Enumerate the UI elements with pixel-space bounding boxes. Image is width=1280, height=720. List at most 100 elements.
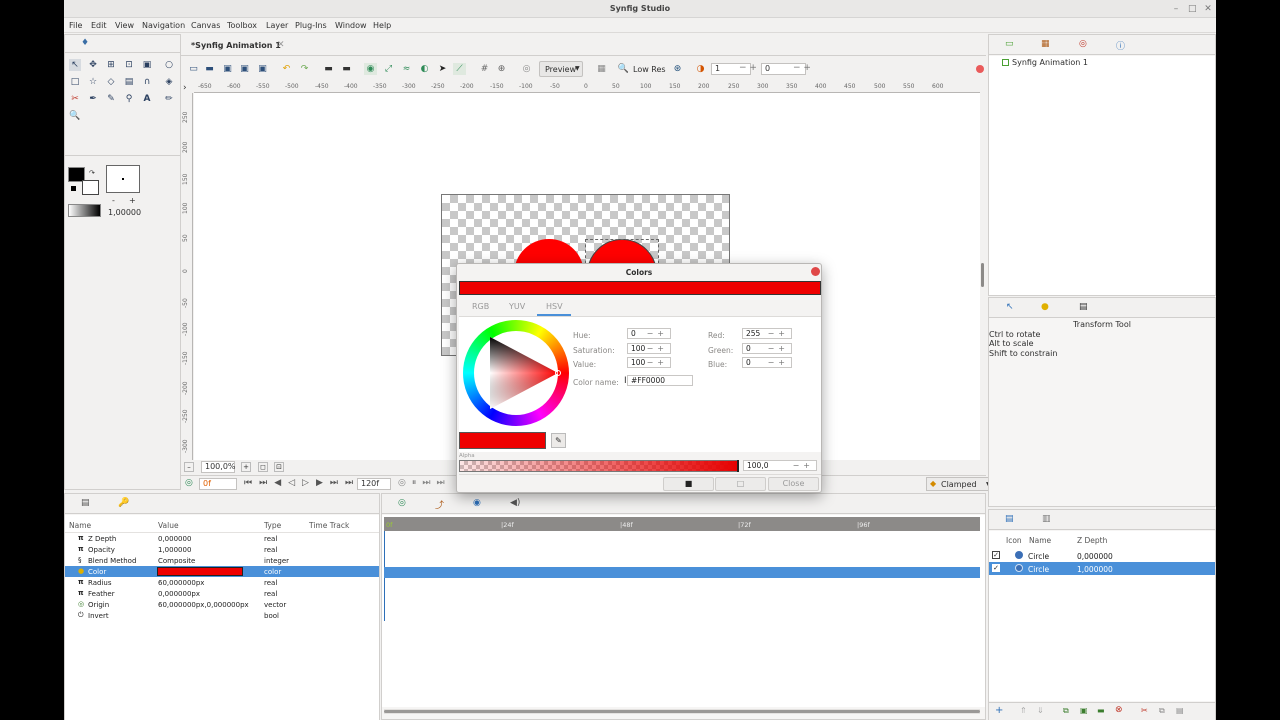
preview-dropdown[interactable]: Preview ▼ — [539, 61, 583, 77]
layer-name[interactable]: Circle — [1028, 565, 1049, 574]
hue-spin[interactable]: 0 −+ — [627, 328, 671, 339]
alpha-slider-handle[interactable] — [737, 460, 739, 472]
star-tool-icon[interactable]: ☆ — [87, 76, 99, 88]
menu-layer[interactable]: Layer — [266, 21, 288, 30]
timetrack-tab-icon[interactable]: ◎ — [398, 498, 406, 508]
red-stepper[interactable]: −+ — [768, 329, 789, 338]
preview-render-icon[interactable]: ▬ — [340, 63, 353, 75]
param-value[interactable]: Composite — [158, 557, 195, 565]
onion-toggle-icon[interactable]: ◎ — [520, 63, 533, 75]
timetrack-hscroll[interactable] — [384, 709, 980, 714]
alpha-stepper[interactable]: −+ — [793, 461, 814, 470]
time-ruler[interactable]: 0f |24f |48f |72f |96f — [384, 517, 980, 531]
layer-name[interactable]: Circle — [1028, 552, 1049, 561]
value-spin[interactable]: 100 −+ — [627, 357, 671, 368]
param-row-selected[interactable]: ● Color color — [65, 566, 379, 577]
green-stepper[interactable]: −+ — [768, 344, 789, 353]
add-layer-icon[interactable]: + — [995, 705, 1003, 716]
fill-color-swatch[interactable] — [82, 180, 99, 195]
alpha-slider[interactable] — [459, 460, 739, 472]
keyframes-tab-icon[interactable]: 🔑 — [118, 498, 129, 508]
param-row[interactable]: π Radius 60,000000px real — [65, 577, 379, 588]
save-icon[interactable]: ▣ — [221, 63, 234, 75]
param-value[interactable]: 0,000000px — [158, 590, 200, 598]
close-dialog-icon[interactable] — [811, 267, 820, 276]
zoom-field[interactable]: 100,0% — [201, 461, 236, 473]
tab-hsv[interactable]: HSV — [546, 302, 563, 311]
close-window-icon[interactable]: ✕ — [1204, 5, 1212, 14]
mirror-tool-icon[interactable]: ▣ — [141, 59, 153, 71]
width-handles-icon[interactable]: ➤ — [436, 63, 449, 75]
smooth-move-tool-icon[interactable]: ✥ — [87, 59, 99, 71]
param-row[interactable]: ⏻ Invert bool — [65, 610, 379, 621]
show-handles-icon[interactable]: ◉ — [364, 63, 377, 75]
scale-tool-icon[interactable]: ⊞ — [105, 59, 117, 71]
end-frame-field[interactable]: 120f — [357, 478, 391, 490]
onion-skin-icon[interactable]: ◑ — [694, 63, 707, 75]
saturation-stepper[interactable]: −+ — [647, 344, 668, 353]
quality-icon[interactable]: ⊛ — [671, 63, 684, 75]
layer-visible-checkbox[interactable]: ✓ — [992, 551, 1000, 559]
save-as-icon[interactable]: ▣ — [238, 63, 251, 75]
cut-layer-icon[interactable]: ✂ — [1141, 706, 1148, 715]
zoom-fit-icon[interactable]: ◻ — [258, 462, 268, 472]
menu-help[interactable]: Help — [373, 21, 391, 30]
angle-handles-icon[interactable]: ⟋ — [453, 63, 466, 75]
layer-visible-checkbox[interactable]: ✓ — [992, 564, 1000, 572]
render-stop-icon[interactable] — [976, 65, 984, 73]
rotate-tool-icon[interactable]: ⊡ — [123, 59, 135, 71]
circle-tool-icon[interactable]: ○ — [163, 59, 175, 71]
maximize-icon[interactable]: □ — [1188, 5, 1197, 14]
colors-dialog-titlebar[interactable]: Colors — [457, 264, 821, 280]
eyedropper-tool-icon[interactable]: ⚲ — [123, 93, 135, 105]
navigator-tab-icon[interactable]: ◎ — [1079, 39, 1087, 49]
duplicate-layer-icon[interactable]: ⧉ — [1063, 706, 1069, 716]
background-icon[interactable]: ▦ — [595, 63, 608, 75]
toggle-panel-icon[interactable]: › — [183, 83, 187, 93]
alpha-spin[interactable]: 100,0 −+ — [743, 460, 817, 471]
minimize-icon[interactable]: – — [1172, 5, 1180, 14]
saturation-value-triangle[interactable] — [463, 320, 569, 426]
onion-past-stepper[interactable]: − + — [739, 63, 757, 73]
gradient-tool-icon[interactable]: ▤ — [123, 76, 135, 88]
menu-edit[interactable]: Edit — [91, 21, 107, 30]
color-name-field[interactable]: #FF0000 — [627, 375, 693, 386]
menu-plugins[interactable]: Plug-Ins — [295, 21, 327, 30]
value-stepper[interactable]: −+ — [647, 358, 668, 367]
saturation-spin[interactable]: 100 −+ — [627, 343, 671, 354]
tangent-handles-icon[interactable]: ◐ — [418, 63, 431, 75]
text-tool-icon[interactable]: A — [141, 93, 153, 105]
copy-layer-icon[interactable]: ⧉ — [1159, 706, 1165, 716]
zoom-100-icon[interactable]: ⊡ — [274, 462, 284, 472]
cutout-tool-icon[interactable]: ✂ — [69, 93, 81, 105]
red-spin[interactable]: 255 −+ — [742, 328, 792, 339]
param-row[interactable]: π Feather 0,000000px real — [65, 588, 379, 599]
zoom-tool-icon[interactable]: 🔍 — [69, 110, 81, 122]
lower-layer-icon[interactable]: ⇓ — [1037, 706, 1044, 715]
canvas-vscroll[interactable] — [980, 93, 986, 460]
lowres-label[interactable]: Low Res — [633, 65, 666, 74]
brush-size-decrease[interactable]: - — [112, 196, 115, 205]
brush-tool-icon[interactable]: ✏ — [163, 93, 175, 105]
onion-future-stepper[interactable]: − + — [793, 63, 811, 73]
set-outline-button[interactable]: ■ — [663, 477, 714, 491]
swap-colors-icon[interactable]: ↷ — [89, 169, 95, 177]
layers-tab-icon[interactable]: ▤ — [1005, 514, 1014, 524]
scroll-thumb[interactable] — [981, 263, 984, 287]
timetrack-area[interactable]: 0f |24f |48f |72f |96f — [382, 515, 985, 707]
layer-row-selected[interactable]: ✓ Circle 1,000000 — [989, 562, 1215, 575]
polygon-tool-icon[interactable]: ◇ — [105, 76, 117, 88]
param-row[interactable]: π Opacity 1,000000 real — [65, 544, 379, 555]
set-fill-button[interactable]: □ — [715, 477, 766, 491]
param-row[interactable]: § Blend Method Composite integer — [65, 555, 379, 566]
close-tab-icon[interactable]: ✕ — [277, 40, 285, 50]
params-tab-icon[interactable]: ▤ — [81, 498, 90, 508]
menu-view[interactable]: View — [115, 21, 134, 30]
open-file-icon[interactable]: ▬ — [203, 63, 216, 75]
snap-grid-icon[interactable]: ⊕ — [495, 63, 508, 75]
curves-tab-icon[interactable]: ⤴ — [435, 498, 444, 511]
canvas-metadata-tab-icon[interactable]: ◉ — [473, 498, 481, 508]
color-param-swatch[interactable] — [157, 567, 243, 576]
rectangle-tool-icon[interactable]: □ — [69, 76, 81, 88]
param-row[interactable]: π Z Depth 0,000000 real — [65, 533, 379, 544]
